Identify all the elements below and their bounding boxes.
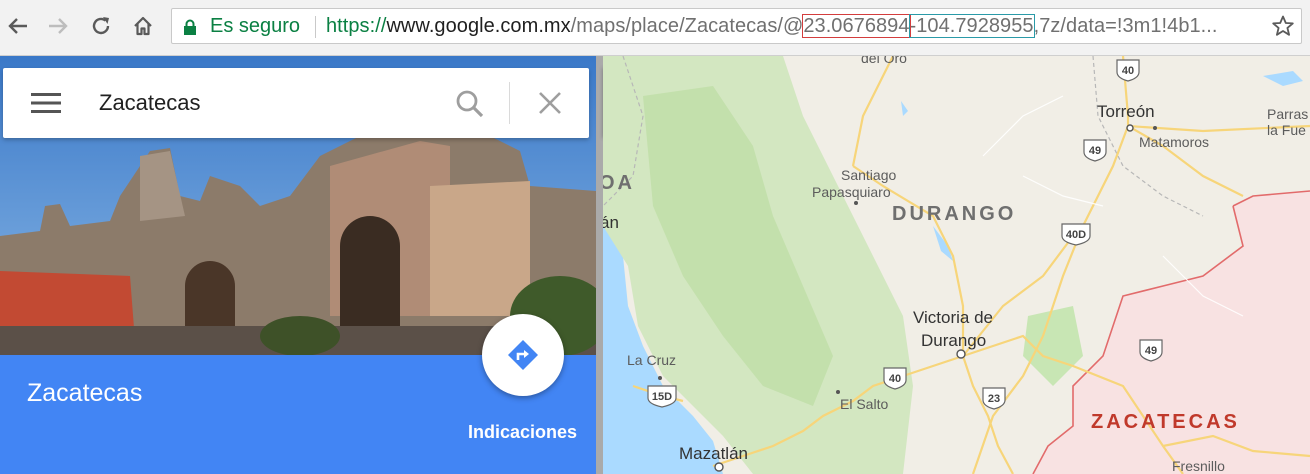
url-longitude: -104.7928955 bbox=[908, 14, 1035, 38]
search-input[interactable]: Zacatecas bbox=[99, 90, 201, 116]
directions-button[interactable] bbox=[482, 314, 564, 396]
highway-shield-49-mid: 49 bbox=[1138, 338, 1164, 362]
map-label-el-salto: El Salto bbox=[840, 396, 889, 412]
shield-label: 40D bbox=[1065, 229, 1087, 241]
map-label-parras-2: la Fue bbox=[1267, 122, 1306, 138]
place-title: Zacatecas bbox=[27, 379, 143, 407]
back-button[interactable] bbox=[2, 8, 34, 44]
lock-icon bbox=[184, 19, 196, 35]
url-tail: ,7z/data=!3m1!4b1... bbox=[1033, 15, 1218, 37]
map-label-la-cruz: La Cruz bbox=[627, 352, 677, 368]
map-label-mazatlan: Mazatlán bbox=[679, 444, 748, 463]
map-label-fresnillo: Fresnillo bbox=[1172, 458, 1225, 474]
home-button[interactable] bbox=[127, 8, 159, 44]
url-text: https://www.google.com.mx/maps/place/Zac… bbox=[326, 14, 1218, 38]
highway-shield-40d: 40D bbox=[1060, 222, 1092, 246]
map-label-zacatecas-state: ZACATECAS bbox=[1091, 411, 1240, 433]
directions-label[interactable]: Indicaciones bbox=[468, 422, 577, 443]
map-label-matamoros: Matamoros bbox=[1139, 134, 1210, 150]
back-arrow-icon bbox=[8, 18, 27, 34]
map-label-oa: OA bbox=[603, 172, 635, 194]
map-label-torreon: Torreón bbox=[1097, 102, 1155, 121]
url-latitude: 23.0676894 bbox=[802, 14, 911, 38]
highway-shield-40: 40 bbox=[1115, 58, 1141, 82]
close-icon[interactable] bbox=[538, 91, 562, 115]
shield-label: 49 bbox=[1144, 345, 1158, 357]
map-label-del-oro: del Oro bbox=[861, 56, 907, 66]
url-path: /maps/place/Zacatecas/@ bbox=[570, 15, 804, 37]
secure-label: Es seguro bbox=[210, 15, 301, 37]
shield-label: 49 bbox=[1088, 145, 1102, 157]
shield-label: 40 bbox=[888, 373, 902, 385]
map-label-papasquiaro: Papasquiaro bbox=[812, 184, 891, 200]
bookmark-star-icon[interactable] bbox=[1271, 14, 1295, 38]
home-icon bbox=[134, 16, 152, 36]
reload-button[interactable] bbox=[85, 8, 117, 44]
map-label-an: án bbox=[603, 213, 619, 232]
directions-icon bbox=[508, 340, 538, 370]
search-icon[interactable] bbox=[455, 89, 485, 119]
menu-icon[interactable] bbox=[31, 93, 61, 113]
forward-button[interactable] bbox=[42, 8, 74, 44]
highway-shield-49: 49 bbox=[1082, 138, 1108, 162]
map-label-victoria-1: Victoria de bbox=[913, 308, 994, 327]
map-label-victoria-2: Durango bbox=[921, 331, 987, 350]
highway-shield-15d: 15D bbox=[646, 384, 678, 408]
shield-label: 40 bbox=[1121, 65, 1135, 77]
map-label-santiago: Santiago bbox=[841, 167, 897, 183]
map-canvas[interactable]: del Oro OA án Santiago Papasquiaro DURAN… bbox=[603, 56, 1310, 474]
forward-arrow-icon bbox=[49, 18, 68, 34]
map-label-durango-state: DURANGO bbox=[892, 203, 1017, 225]
address-bar[interactable]: Es seguro https://www.google.com.mx/maps… bbox=[171, 8, 1302, 44]
browser-toolbar: Es seguro https://www.google.com.mx/maps… bbox=[0, 0, 1310, 56]
panel-divider[interactable] bbox=[596, 56, 603, 474]
shield-label: 15D bbox=[651, 391, 673, 403]
search-separator bbox=[509, 82, 510, 124]
address-separator bbox=[315, 16, 316, 38]
search-box: Zacatecas bbox=[3, 68, 589, 138]
highway-shield-23: 23 bbox=[981, 386, 1007, 410]
highway-shield-40-low: 40 bbox=[882, 366, 908, 390]
url-host: www.google.com.mx bbox=[386, 15, 571, 37]
map-label-parras-1: Parras bbox=[1267, 106, 1309, 122]
url-scheme: https:// bbox=[326, 15, 387, 37]
shield-label: 23 bbox=[987, 393, 1001, 405]
reload-icon bbox=[92, 17, 110, 35]
